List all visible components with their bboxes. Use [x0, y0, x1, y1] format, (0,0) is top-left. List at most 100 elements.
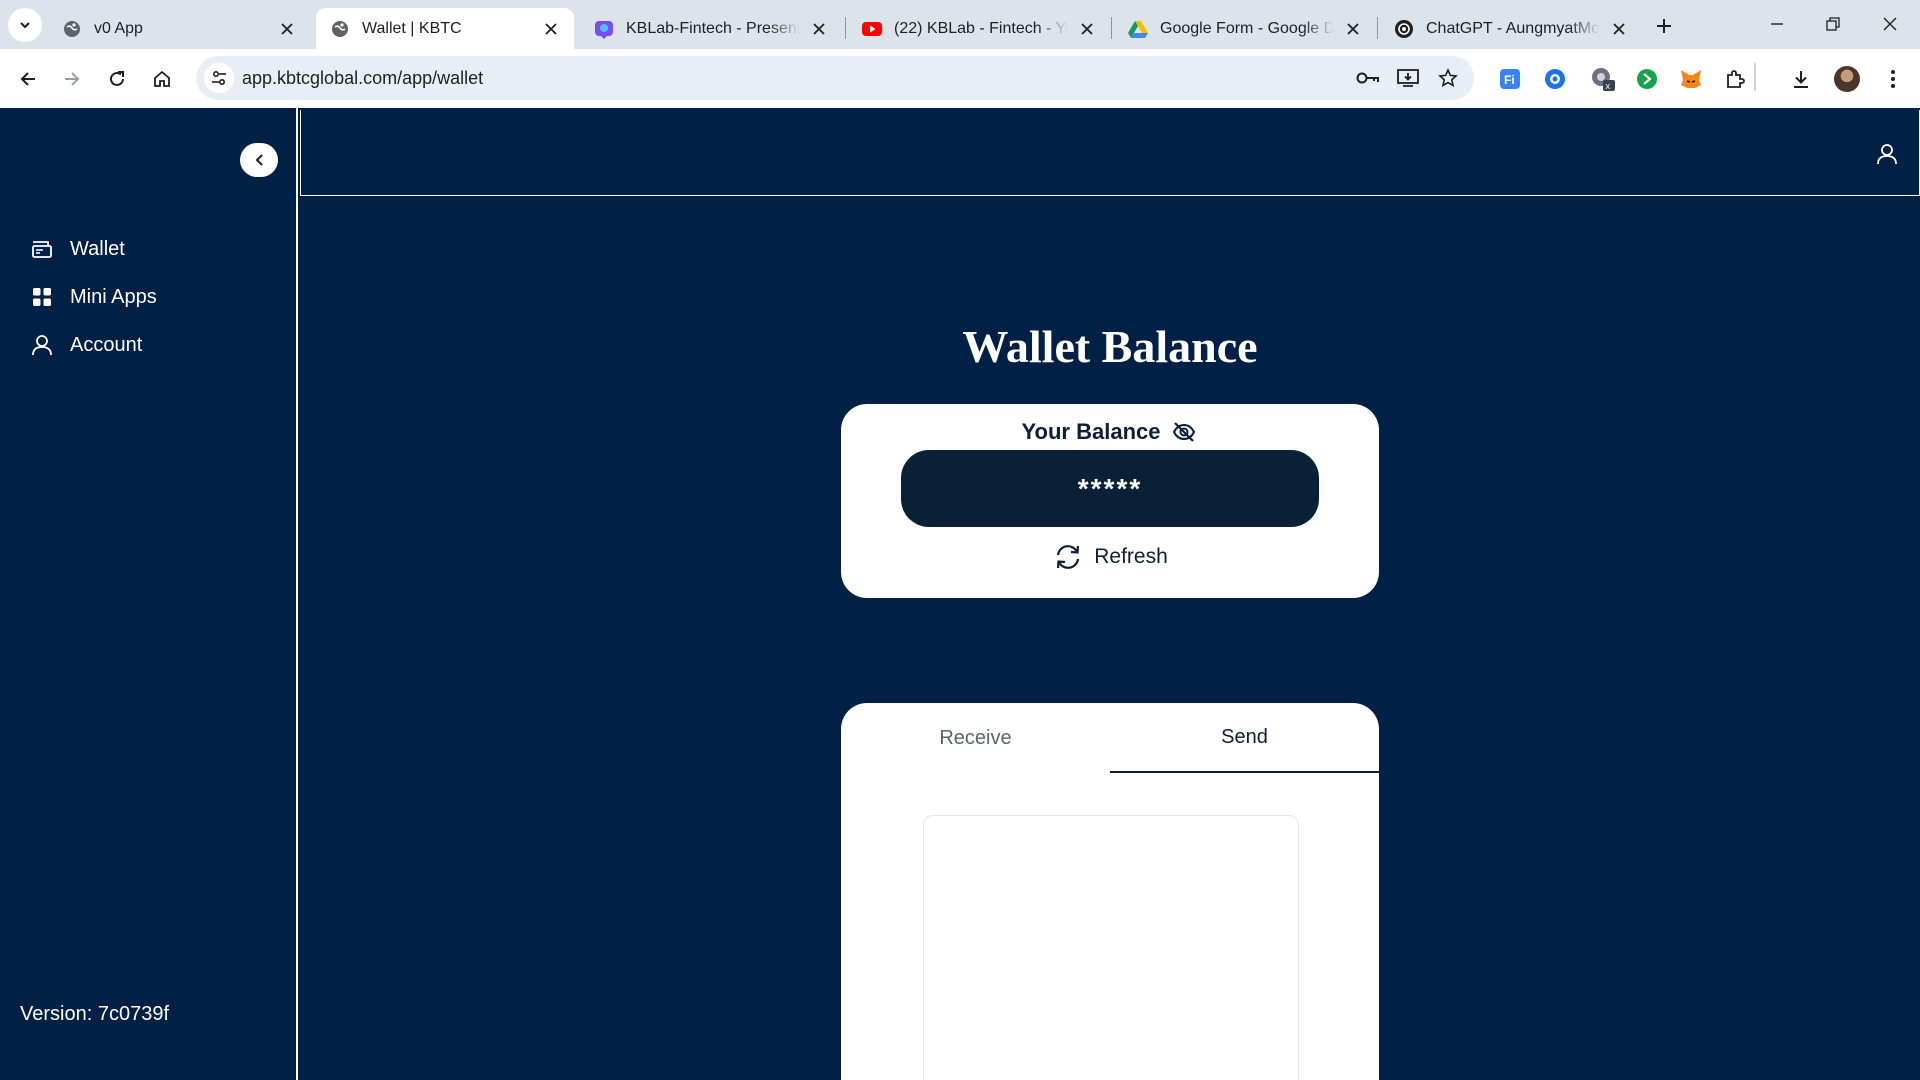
- browser-tab[interactable]: KBLab-Fintech - Presentati: [580, 8, 842, 49]
- globe-icon: [62, 19, 82, 39]
- presentation-app-icon: [594, 19, 614, 39]
- green-extension-icon[interactable]: [1632, 64, 1662, 94]
- tab-title: ChatGPT - AungmyatMoe(: [1426, 19, 1600, 37]
- tab-separator: [1377, 17, 1378, 39]
- reload-button[interactable]: [101, 63, 133, 95]
- grid-icon: [30, 285, 54, 309]
- sidebar-item-account[interactable]: Account: [30, 329, 142, 361]
- balance-header: Your Balance: [841, 418, 1379, 446]
- app-header: [300, 110, 1920, 196]
- user-icon: [1877, 144, 1897, 165]
- profile-avatar[interactable]: [1834, 66, 1860, 92]
- more-options-icon[interactable]: [1878, 64, 1908, 94]
- svg-text:x: x: [1606, 81, 1611, 91]
- site-info-button[interactable]: [204, 63, 234, 93]
- chevron-down-icon: [20, 22, 30, 29]
- forward-button[interactable]: [56, 63, 88, 95]
- metamask-fox-icon[interactable]: [1676, 64, 1706, 94]
- minimize-button[interactable]: [1757, 8, 1797, 40]
- new-tab-button[interactable]: [1650, 12, 1678, 40]
- transfer-card: Receive Send: [841, 703, 1379, 1080]
- globe-icon: [330, 19, 350, 39]
- arrow-left-icon: [20, 72, 35, 86]
- browser-toolbar: app.kbtcglobal.com/app/wallet Fi x: [0, 49, 1920, 108]
- eye-off-icon[interactable]: [1170, 418, 1198, 446]
- sidebar-item-wallet[interactable]: Wallet: [30, 233, 125, 265]
- wallet-app: Wallet Mini Apps Account Version: 7c0739…: [0, 108, 1920, 1080]
- password-key-button[interactable]: [1354, 64, 1382, 92]
- sidebar-item-mini-apps[interactable]: Mini Apps: [30, 281, 157, 313]
- refresh-label: Refresh: [1094, 545, 1168, 568]
- tab-receive[interactable]: Receive: [841, 703, 1110, 773]
- tab-send[interactable]: Send: [1110, 703, 1379, 773]
- tab-separator: [845, 17, 846, 39]
- browser-tab-active[interactable]: Wallet | KBTC: [316, 8, 574, 49]
- install-app-button[interactable]: [1394, 64, 1422, 92]
- google-drive-icon: [1128, 19, 1148, 39]
- restore-button[interactable]: [1813, 8, 1853, 40]
- translate-extension-icon[interactable]: Fi: [1495, 64, 1525, 94]
- key-icon: [1356, 72, 1379, 84]
- wallet-icon: [30, 237, 54, 261]
- chatgpt-icon: [1394, 19, 1414, 39]
- chevron-left-icon: [255, 154, 263, 166]
- transfer-tabs: Receive Send: [841, 703, 1379, 773]
- tab-title: Wallet | KBTC: [362, 19, 462, 37]
- sidebar: Wallet Mini Apps Account Version: 7c0739…: [0, 108, 298, 1080]
- tune-icon: [212, 70, 226, 86]
- tab-separator: [1111, 17, 1112, 39]
- user-profile-button[interactable]: [1873, 140, 1901, 168]
- app-version: Version: 7c0739f: [20, 1003, 169, 1025]
- tab-title: (22) KBLab - Fintech - YouT: [894, 19, 1068, 37]
- close-icon[interactable]: [542, 20, 560, 38]
- svg-text:Fi: Fi: [1504, 73, 1515, 87]
- youtube-icon: [862, 19, 882, 39]
- minimize-icon: [1771, 23, 1783, 25]
- close-icon[interactable]: [1610, 20, 1628, 38]
- balance-label: Your Balance: [1021, 419, 1161, 444]
- install-icon: [1397, 69, 1419, 87]
- grammarly-extension-icon[interactable]: x: [1588, 64, 1618, 94]
- close-icon[interactable]: [1344, 20, 1362, 38]
- arrow-right-icon: [65, 72, 80, 86]
- tab-title: v0 App: [94, 19, 143, 37]
- sidebar-item-label: Mini Apps: [70, 285, 157, 308]
- refresh-icon: [1052, 541, 1084, 573]
- close-icon: [1883, 17, 1897, 31]
- refresh-button[interactable]: Refresh: [841, 541, 1379, 573]
- browser-tab[interactable]: v0 App: [48, 8, 310, 49]
- address-bar[interactable]: app.kbtcglobal.com/app/wallet: [196, 56, 1474, 100]
- toolbar-divider: [1754, 63, 1756, 91]
- download-icon[interactable]: [1786, 64, 1816, 94]
- send-form-panel: [923, 815, 1299, 1080]
- restore-icon: [1826, 17, 1840, 31]
- close-icon[interactable]: [278, 20, 296, 38]
- browser-tab[interactable]: (22) KBLab - Fintech - YouT: [848, 8, 1110, 49]
- home-icon: [154, 70, 170, 87]
- tab-title: KBLab-Fintech - Presentati: [626, 19, 800, 37]
- window-close-button[interactable]: [1870, 8, 1910, 40]
- edge-extension-icon[interactable]: [1540, 64, 1570, 94]
- browser-tab-strip: v0 App Wallet | KBTC KBLab-Fintech - Pre…: [0, 0, 1920, 49]
- tab-search-button[interactable]: [8, 8, 42, 42]
- puzzle-extensions-icon[interactable]: [1720, 64, 1750, 94]
- back-button[interactable]: [12, 63, 44, 95]
- reload-icon: [110, 71, 124, 86]
- balance-card: Your Balance ***** Refresh: [841, 404, 1379, 598]
- close-icon[interactable]: [810, 20, 828, 38]
- home-button[interactable]: [146, 63, 178, 95]
- sidebar-item-label: Account: [70, 333, 143, 356]
- tab-title: Google Form - Google Driv: [1160, 19, 1334, 37]
- sidebar-item-label: Wallet: [70, 237, 125, 260]
- browser-tab[interactable]: ChatGPT - AungmyatMoe(: [1380, 8, 1642, 49]
- plus-icon: [1657, 19, 1671, 33]
- close-icon[interactable]: [1078, 20, 1096, 38]
- balance-value-field: *****: [901, 450, 1319, 527]
- star-icon: [1438, 68, 1458, 88]
- browser-tab[interactable]: Google Form - Google Driv: [1114, 8, 1376, 49]
- bookmark-button[interactable]: [1434, 64, 1462, 92]
- page-title: Wallet Balance: [962, 321, 1258, 372]
- url-text: app.kbtcglobal.com/app/wallet: [242, 68, 484, 88]
- user-icon: [30, 333, 54, 357]
- collapse-sidebar-button[interactable]: [240, 143, 278, 177]
